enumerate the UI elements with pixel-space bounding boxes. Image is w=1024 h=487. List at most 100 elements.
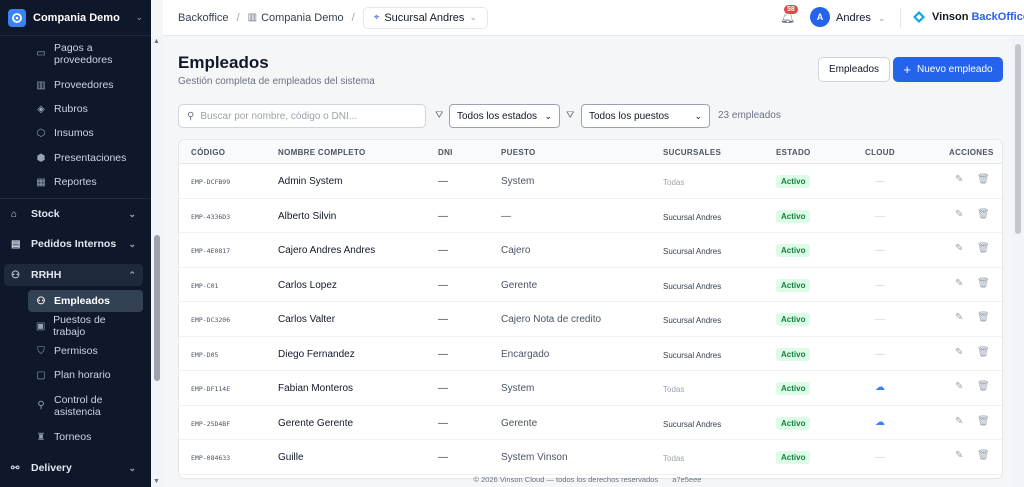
cell-name: Alberto Silvin <box>278 210 337 222</box>
cell-dni: — <box>438 417 448 429</box>
sidebar-item-proveedores[interactable]: ▥ Proveedores <box>0 78 143 92</box>
table-row[interactable]: EMP-25D4BF Gerente Gerente — Gerente Sucursa… <box>179 406 1002 440</box>
table-row[interactable]: EMP-DF114E Fabian Monteros — System Todas Act… <box>179 371 1002 406</box>
empleados-button[interactable]: Empleados <box>818 57 891 82</box>
edit-icon[interactable]: ✎ <box>955 347 963 358</box>
cell-code: EMP-4E0817 <box>191 247 231 255</box>
trash-icon[interactable]: 🗑︎ <box>977 243 990 254</box>
cell-name: Admin System <box>278 176 343 187</box>
sidebar-item-label: Puestos de trabajo <box>53 314 106 338</box>
breadcrumb-root[interactable]: Backoffice <box>178 12 229 24</box>
status-badge: Activo <box>776 175 811 188</box>
cell-branch: Sucursal Andres <box>663 350 722 360</box>
table-row[interactable]: EMP-4336D3 Alberto Silvin — — Sucursal Andre… <box>179 199 1002 233</box>
cloud-icon: ☁ <box>875 416 885 428</box>
col-header-code[interactable]: CÓDIGO <box>191 148 225 157</box>
sidebar-group-label: Pedidos Internos <box>31 238 117 250</box>
col-header-dni[interactable]: DNI <box>438 148 453 157</box>
sidebar-item-rubros[interactable]: ◈ Rubros <box>0 102 143 116</box>
scroll-up-arrow-icon[interactable]: ▲ <box>153 38 160 45</box>
sidebar-item-pagos-proveedores[interactable]: ▭ Pagos a proveedores <box>0 41 143 67</box>
trash-icon[interactable]: 🗑︎ <box>977 312 990 323</box>
cell-cloud: — <box>875 245 885 256</box>
edit-icon[interactable]: ✎ <box>955 174 963 185</box>
cell-code: EMP-4336D3 <box>191 212 231 221</box>
scroll-down-arrow-icon[interactable]: ▼ <box>153 478 160 485</box>
edit-icon[interactable]: ✎ <box>955 209 963 220</box>
divider <box>900 8 901 28</box>
new-employee-button[interactable]: + Nuevo empleado <box>893 57 1003 82</box>
sidebar-group-rrhh[interactable]: ⚇ RRHH ⌃ <box>4 264 143 286</box>
company-switcher[interactable]: Compania Demo ⌄ <box>0 0 151 36</box>
status-filter-select[interactable]: Todos los estados ⌄ <box>449 104 560 128</box>
breadcrumb-company[interactable]: Compania Demo <box>261 12 344 24</box>
status-badge: Activo <box>776 278 811 292</box>
trash-icon[interactable]: 🗑︎ <box>977 450 990 461</box>
trash-icon[interactable]: 🗑︎ <box>977 209 990 220</box>
vinson-logo-icon <box>913 11 925 23</box>
edit-icon[interactable]: ✎ <box>955 381 963 392</box>
table-row[interactable]: EMP-D05 Diego Fernandez — Encargado Sucursal… <box>179 337 1002 371</box>
table-row[interactable]: EMP-DC3206 Carlos Valter — Cajero Nota de c… <box>179 302 1002 337</box>
search-input[interactable]: ⚲ Buscar por nombre, código o DNI... <box>178 104 426 128</box>
cell-branch: Sucursal Andres <box>663 212 722 222</box>
col-header-branches[interactable]: SUCURSALES <box>663 148 721 157</box>
user-menu[interactable]: Andres ⌄ <box>836 12 885 24</box>
position-filter-select[interactable]: Todos los puestos ⌄ <box>581 104 710 128</box>
wallet-icon: ▭ <box>36 48 46 59</box>
col-header-name[interactable]: NOMBRE COMPLETO <box>278 148 365 157</box>
trash-icon[interactable]: 🗑︎ <box>977 347 990 358</box>
cell-cloud: — <box>875 452 885 463</box>
sidebar-item-label: Plan horario <box>54 369 111 381</box>
sidebar-item-control-asistencia[interactable]: ⚲ Control de asistencia <box>0 393 143 419</box>
plus-icon: + <box>903 61 911 77</box>
status-badge: Activo <box>776 347 811 361</box>
sidebar-group-delivery[interactable]: ⚯ Delivery ⌄ <box>4 457 143 479</box>
trash-icon[interactable]: 🗑︎ <box>977 278 990 289</box>
cell-code: EMP-DF114E <box>191 385 231 393</box>
sidebar-item-plan-horario[interactable]: ▢ Plan horario <box>0 368 143 382</box>
sidebar-item-insumos[interactable]: ⬡ Insumos <box>0 126 143 140</box>
page-scroll-thumb[interactable] <box>1015 44 1021 234</box>
footer-version: a7e5eee <box>672 475 702 484</box>
edit-icon[interactable]: ✎ <box>955 243 963 254</box>
trash-icon[interactable]: 🗑︎ <box>977 416 990 427</box>
building-icon: ▥ <box>36 79 46 91</box>
cell-branch: Sucursal Andres <box>663 419 722 429</box>
sidebar-group-stock[interactable]: ⌂ Stock ⌄ <box>4 203 143 225</box>
cell-cloud: — <box>875 210 885 222</box>
table-row[interactable]: EMP-C01 Carlos Lopez — Gerente Sucursal Andr… <box>179 268 1002 302</box>
col-header-position[interactable]: PUESTO <box>501 148 536 157</box>
briefcase-icon: ▣ <box>35 320 46 332</box>
cell-position: Encargado <box>501 348 550 360</box>
sidebar-item-puestos[interactable]: ▣ Puestos de trabajo <box>0 314 143 338</box>
cell-branch: Sucursal Andres <box>663 316 722 325</box>
sidebar-item-permisos[interactable]: ⛉ Permisos <box>0 344 143 358</box>
col-header-status[interactable]: ESTADO <box>776 148 811 157</box>
map-pin-icon: ⌖ <box>373 12 380 23</box>
table-row[interactable]: EMP-084633 Guille — System Vinson Todas Activ… <box>179 440 1002 475</box>
table-row[interactable]: EMP-4E0817 Cajero Andres Andres — Cajero Suc… <box>179 233 1002 268</box>
trash-icon[interactable]: 🗑︎ <box>977 381 990 392</box>
footer-text: © 2026 Vinson Cloud — todos los derechos… <box>473 475 659 484</box>
sidebar-group-pedidos[interactable]: ▤ Pedidos Internos ⌄ <box>4 233 143 255</box>
edit-icon[interactable]: ✎ <box>955 278 963 289</box>
avatar[interactable]: A <box>810 7 830 27</box>
sidebar-scroll-thumb[interactable] <box>154 235 160 381</box>
edit-icon[interactable]: ✎ <box>955 416 963 427</box>
sidebar-item-empleados[interactable]: ⚇ Empleados <box>28 290 143 312</box>
cell-position: Gerente <box>501 417 538 429</box>
cell-dni: — <box>438 245 448 256</box>
cell-name: Fabian Monteros <box>278 383 354 394</box>
edit-icon[interactable]: ✎ <box>955 312 963 323</box>
edit-icon[interactable]: ✎ <box>955 450 963 461</box>
trash-icon[interactable]: 🗑︎ <box>977 174 990 185</box>
table-row[interactable]: EMP-DCFB99 Admin System — System Todas Activo… <box>179 164 1002 199</box>
sidebar-item-reportes[interactable]: ▦ Reportes <box>0 175 143 189</box>
col-header-cloud[interactable]: CLOUD <box>865 148 895 157</box>
package-icon: ⬢ <box>36 152 46 164</box>
sidebar-item-label: Presentaciones <box>54 152 127 164</box>
sucursal-selector[interactable]: ⌖ Sucursal Andres ⌄ <box>362 6 488 29</box>
sidebar-item-torneos[interactable]: ♜ Torneos <box>0 430 143 444</box>
sidebar-item-presentaciones[interactable]: ⬢ Presentaciones <box>0 151 143 165</box>
